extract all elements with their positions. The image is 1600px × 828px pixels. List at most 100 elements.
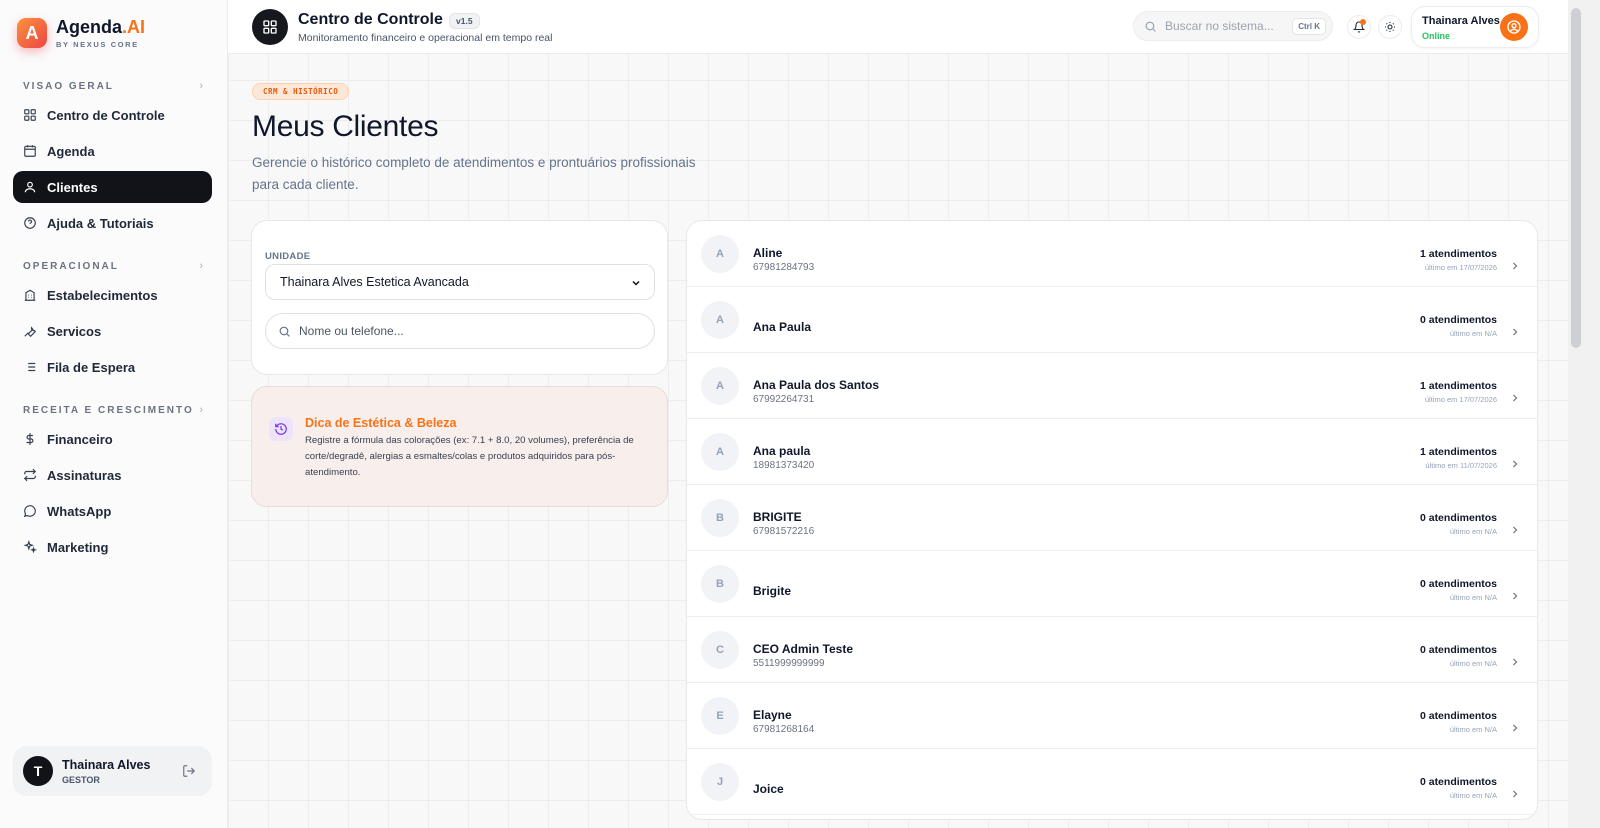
brand-logo[interactable]: A Agenda.AI BY NEXUS CORE (17, 17, 145, 49)
chevron-right-icon: › (199, 80, 203, 92)
section-operacional[interactable]: OPERACIONAL › (23, 260, 203, 272)
client-phone: 5511999999999 (753, 658, 825, 669)
client-row[interactable]: B Brigite 0 atendimentos último em N/A (687, 551, 1537, 617)
client-search-input[interactable]: Nome ou telefone... (265, 313, 655, 349)
client-name: Brigite (753, 584, 792, 598)
client-row[interactable]: B BRIGITE 67981572216 0 atendimentos último … (687, 485, 1537, 551)
client-appointment-count: 0 atendimentos (1419, 776, 1497, 788)
chevron-right-icon[interactable] (1509, 590, 1521, 602)
chevron-right-icon[interactable] (1509, 326, 1521, 338)
sidebar-item-ajuda-tutoriais[interactable]: Ajuda & Tutoriais (13, 207, 212, 239)
user-menu[interactable]: Thainara Alves Online (1411, 6, 1539, 48)
logout-icon[interactable] (182, 764, 196, 778)
client-last-visit: último em 17/07/2026 (1424, 395, 1497, 404)
client-last-visit: último em 17/07/2026 (1424, 263, 1497, 272)
sidebar-item-label: Agenda (47, 143, 95, 159)
chevron-right-icon[interactable] (1509, 788, 1521, 800)
grid-icon (23, 108, 37, 122)
client-last-visit: último em N/A (1449, 791, 1497, 800)
chat-icon (23, 504, 37, 518)
chevron-right-icon: › (199, 260, 203, 272)
client-appointment-count: 0 atendimentos (1419, 314, 1497, 326)
client-name: Aline (753, 246, 783, 260)
user-status: Online (1422, 31, 1451, 41)
client-row[interactable]: A Ana Paula 0 atendimentos último em N/A (687, 287, 1537, 353)
client-row[interactable]: E Elayne 67981268164 0 atendimentos último e… (687, 683, 1537, 749)
client-avatar: B (701, 565, 739, 603)
tip-card: Dica de Estética & Beleza Registre a fór… (251, 386, 668, 507)
filter-card: UNIDADE Thainara Alves Estetica Avancada… (251, 220, 668, 375)
section-label: VISAO GERAL (23, 80, 114, 92)
sidebar-item-marketing[interactable]: Marketing (13, 531, 212, 563)
client-phone: 67981268164 (753, 724, 815, 735)
tip-text: Registre a fórmula das colorações (ex: 7… (305, 435, 634, 478)
unit-select-value: Thainara Alves Estetica Avancada (280, 275, 469, 289)
client-row[interactable]: A Ana Paula dos Santos 67992264731 1 atendi… (687, 353, 1537, 419)
brand-name: Agenda.AI (56, 17, 145, 37)
chevron-right-icon[interactable] (1509, 392, 1521, 404)
dashboard-icon[interactable] (252, 9, 288, 45)
page-description: Gerencie o histórico completo de atendim… (252, 155, 696, 192)
sidebar-item-assinaturas[interactable]: Assinaturas (13, 459, 212, 491)
sidebar-item-agenda[interactable]: Agenda (13, 135, 212, 167)
client-avatar: C (701, 631, 739, 669)
client-appointment-count: 1 atendimentos (1419, 248, 1497, 260)
search-icon (278, 325, 291, 338)
sidebar-item-clientes[interactable]: Clientes (13, 171, 212, 203)
notification-dot (1360, 19, 1366, 25)
logo-mark: A (17, 18, 47, 48)
section-badge: CRM & HISTÓRICO (252, 83, 350, 100)
chevron-right-icon: › (199, 404, 203, 416)
top-header: Centro de Controle v1.5 Monitoramento fi… (228, 0, 1568, 54)
chevron-right-icon[interactable] (1509, 260, 1521, 272)
sidebar-item-label: Centro de Controle (47, 107, 165, 123)
sidebar-item-estabelecimentos[interactable]: Estabelecimentos (13, 279, 212, 311)
sidebar-item-centro-de-controle[interactable]: Centro de Controle (13, 99, 212, 131)
client-last-visit: último em N/A (1449, 593, 1497, 602)
global-search-input[interactable]: Buscar no sistema... Ctrl K (1133, 11, 1333, 41)
unit-select[interactable]: Thainara Alves Estetica Avancada (265, 264, 655, 300)
avatar: T (23, 756, 53, 786)
sidebar-item-label: Estabelecimentos (47, 287, 158, 303)
building-icon (23, 288, 37, 302)
client-row[interactable]: C CEO Admin Teste 5511999999999 0 atendimen… (687, 617, 1537, 683)
sidebar-item-financeiro[interactable]: Financeiro (13, 423, 212, 455)
client-name: Ana Paula (753, 320, 812, 334)
section-visao-geral[interactable]: VISAO GERAL › (23, 80, 203, 92)
client-phone: 67992264731 (753, 394, 815, 405)
sidebar-user-card[interactable]: T Thainara Alves GESTOR (13, 746, 212, 796)
section-label: OPERACIONAL (23, 260, 119, 272)
client-avatar: J (701, 763, 739, 801)
chevron-right-icon[interactable] (1509, 458, 1521, 470)
client-row[interactable]: A Aline 67981284793 1 atendimentos último em… (687, 221, 1537, 287)
user-avatar-icon (1500, 13, 1528, 41)
client-name: Elayne (753, 708, 792, 722)
notifications-button[interactable] (1347, 15, 1371, 39)
version-badge: v1.5 (449, 13, 480, 29)
client-avatar: A (701, 367, 739, 405)
client-phone: 18981373420 (753, 460, 815, 471)
search-placeholder: Buscar no sistema... (1165, 19, 1274, 33)
chevron-right-icon[interactable] (1509, 524, 1521, 536)
client-appointment-count: 0 atendimentos (1419, 644, 1497, 656)
sidebar-item-label: Assinaturas (47, 467, 122, 483)
client-last-visit: último em N/A (1449, 725, 1497, 734)
sidebar-item-whatsapp[interactable]: WhatsApp (13, 495, 212, 527)
scrollbar-thumb[interactable] (1571, 8, 1581, 348)
client-avatar: A (701, 235, 739, 273)
client-appointment-count: 0 atendimentos (1419, 710, 1497, 722)
theme-toggle-button[interactable] (1378, 15, 1402, 39)
section-receita-crescimento[interactable]: RECEITA E CRESCIMENTO › (23, 404, 203, 416)
client-avatar: A (701, 301, 739, 339)
sidebar-user-name: Thainara Alves (62, 757, 151, 772)
client-name: CEO Admin Teste (753, 642, 854, 656)
client-row[interactable]: A Ana paula 18981373420 1 atendimentos últim… (687, 419, 1537, 485)
sidebar-item-fila-de-espera[interactable]: Fila de Espera (13, 351, 212, 383)
sun-icon (1384, 21, 1396, 33)
client-name: Joice (753, 782, 784, 796)
chevron-right-icon[interactable] (1509, 656, 1521, 668)
client-row[interactable]: J Joice 0 atendimentos último em N/A (687, 749, 1537, 815)
sidebar-user-role: GESTOR (62, 774, 100, 785)
chevron-right-icon[interactable] (1509, 722, 1521, 734)
sidebar-item-servicos[interactable]: Servicos (13, 315, 212, 347)
